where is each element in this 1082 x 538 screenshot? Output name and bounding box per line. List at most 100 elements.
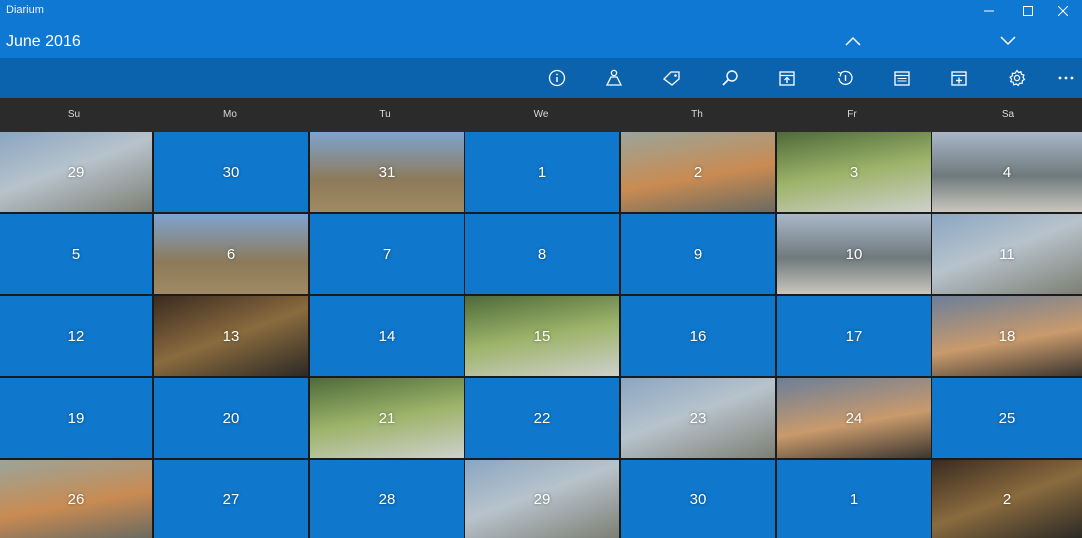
weekday-header: Su Mo Tu We Th Fr Sa: [0, 98, 1082, 132]
calendar-day-cell[interactable]: 8: [465, 214, 619, 294]
title-bar: Diarium: [0, 0, 1082, 22]
info-button[interactable]: [543, 66, 571, 90]
calendar-day-cell[interactable]: 17: [777, 296, 931, 376]
next-month-button[interactable]: [993, 30, 1023, 52]
day-number: 17: [845, 327, 863, 345]
calendar-grid: 29 30 31 1 2 3 4 5 6 7 8 9 10 11 12 13 14 15 16 17 18 19 20 21 2…: [0, 132, 1082, 538]
day-number: 1: [537, 163, 547, 181]
calendar-day-cell[interactable]: 5: [0, 214, 152, 294]
day-number: 30: [689, 490, 707, 508]
calendar-add-icon: [951, 71, 967, 86]
calendar-day-cell[interactable]: 18: [932, 296, 1082, 376]
calendar-day-cell[interactable]: 24: [777, 378, 931, 458]
maximize-button[interactable]: [1008, 0, 1048, 22]
day-number: 23: [689, 409, 707, 427]
day-number: 25: [998, 409, 1016, 427]
chevron-up-icon: [845, 36, 861, 46]
close-button[interactable]: [1043, 0, 1082, 22]
calendar-day-cell[interactable]: 27: [154, 460, 308, 538]
calendar-day-cell[interactable]: 4: [932, 132, 1082, 212]
day-number: 7: [382, 245, 392, 263]
calendar-day-cell[interactable]: 2: [932, 460, 1082, 538]
maximize-icon: [1023, 6, 1033, 16]
calendar-day-cell[interactable]: 11: [932, 214, 1082, 294]
day-number: 12: [67, 327, 85, 345]
calendar-day-cell[interactable]: 14: [310, 296, 464, 376]
history-button[interactable]: [831, 66, 859, 90]
calendar-day-cell[interactable]: 1: [465, 132, 619, 212]
toolbar: [0, 58, 1082, 98]
day-number: 4: [1002, 163, 1012, 181]
calendar-day-cell[interactable]: 25: [932, 378, 1082, 458]
more-icon: [1058, 76, 1074, 80]
chevron-down-icon: [1000, 36, 1016, 46]
calendar-day-cell[interactable]: 1: [777, 460, 931, 538]
calendar-day-cell[interactable]: 19: [0, 378, 152, 458]
day-number: 20: [222, 409, 240, 427]
person-button[interactable]: [600, 66, 628, 90]
calendar-day-cell[interactable]: 30: [154, 132, 308, 212]
calendar-day-cell[interactable]: 29: [465, 460, 619, 538]
calendar-day-cell[interactable]: 12: [0, 296, 152, 376]
calendar-list-button[interactable]: [888, 66, 916, 90]
day-number: 11: [999, 245, 1015, 263]
info-icon: [548, 69, 566, 87]
calendar-day-cell[interactable]: 9: [621, 214, 775, 294]
calendar-day-cell[interactable]: 6: [154, 214, 308, 294]
day-number: 19: [67, 409, 85, 427]
calendar-day-cell[interactable]: 22: [465, 378, 619, 458]
tag-button[interactable]: [658, 66, 686, 90]
history-icon: [837, 70, 853, 86]
person-icon: [605, 69, 623, 86]
day-number: 10: [845, 245, 863, 263]
calendar-list-icon: [894, 71, 910, 86]
calendar-day-cell[interactable]: 3: [777, 132, 931, 212]
calendar-day-cell[interactable]: 10: [777, 214, 931, 294]
weekday-label: Th: [691, 109, 703, 120]
weekday-label: Fr: [847, 109, 857, 120]
day-number: 21: [378, 409, 396, 427]
weekday-label: Su: [67, 109, 81, 120]
calendar-day-cell[interactable]: 26: [0, 460, 152, 538]
calendar-day-cell[interactable]: 16: [621, 296, 775, 376]
calendar-day-cell[interactable]: 20: [154, 378, 308, 458]
calendar-today-icon: [779, 71, 795, 86]
day-number: 15: [533, 327, 551, 345]
search-button[interactable]: [716, 66, 744, 90]
calendar-day-cell[interactable]: 2: [621, 132, 775, 212]
month-title: June 2016: [6, 33, 81, 50]
day-number: 16: [689, 327, 707, 345]
day-number: 26: [67, 490, 85, 508]
weekday-label: We: [533, 109, 549, 120]
day-number: 3: [849, 163, 859, 181]
close-icon: [1058, 6, 1068, 16]
day-number: 6: [226, 245, 236, 263]
previous-month-button[interactable]: [838, 30, 868, 52]
day-number: 5: [71, 245, 81, 263]
day-number: 13: [222, 327, 240, 345]
calendar-day-cell[interactable]: 13: [154, 296, 308, 376]
calendar-day-cell[interactable]: 31: [310, 132, 464, 212]
calendar-add-button[interactable]: [945, 66, 973, 90]
calendar-day-cell[interactable]: 30: [621, 460, 775, 538]
calendar-today-button[interactable]: [773, 66, 801, 90]
calendar-day-cell[interactable]: 29: [0, 132, 152, 212]
day-number: 18: [998, 327, 1016, 345]
search-icon: [722, 70, 738, 86]
minimize-button[interactable]: [969, 0, 1009, 22]
day-number: 29: [533, 490, 551, 508]
day-number: 9: [693, 245, 703, 263]
calendar-day-cell[interactable]: 15: [465, 296, 619, 376]
calendar-day-cell[interactable]: 21: [310, 378, 464, 458]
day-number: 1: [849, 490, 859, 508]
more-button[interactable]: [1052, 66, 1080, 90]
day-number: 28: [378, 490, 396, 508]
day-number: 29: [67, 163, 85, 181]
calendar-day-cell[interactable]: 28: [310, 460, 464, 538]
calendar-day-cell[interactable]: 7: [310, 214, 464, 294]
day-number: 31: [378, 163, 396, 181]
calendar-day-cell[interactable]: 23: [621, 378, 775, 458]
minimize-icon: [984, 10, 994, 12]
weekday-label: Sa: [1001, 109, 1015, 120]
settings-button[interactable]: [1003, 66, 1031, 90]
